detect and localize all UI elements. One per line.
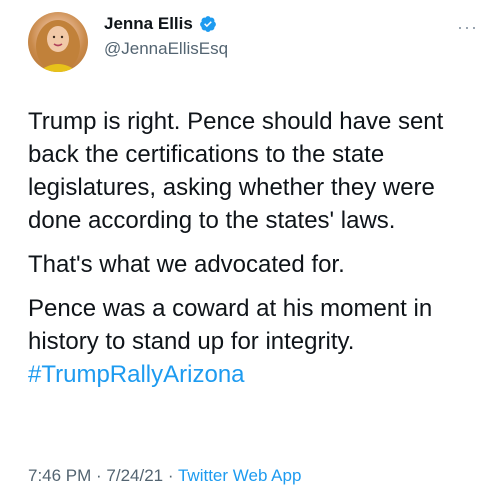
tweet-card: Jenna Ellis @JennaEllisEsq ··· Trump is … bbox=[0, 0, 500, 500]
tweet-paragraph: Pence was a coward at his moment in hist… bbox=[28, 295, 433, 355]
avatar-image bbox=[36, 20, 80, 72]
more-horizontal-icon[interactable]: ··· bbox=[457, 18, 478, 36]
tweet-meta: 7:46 PM · 7/24/21 · Twitter Web App bbox=[28, 466, 301, 486]
tweet-date[interactable]: 7/24/21 bbox=[106, 466, 163, 485]
meta-separator: · bbox=[91, 466, 107, 485]
hashtag-link[interactable]: #TrumpRallyArizona bbox=[28, 358, 488, 391]
avatar[interactable] bbox=[28, 12, 88, 72]
display-name[interactable]: Jenna Ellis bbox=[104, 14, 193, 34]
author-name-row: Jenna Ellis bbox=[104, 14, 217, 34]
verified-badge-icon bbox=[199, 15, 217, 33]
tweet-paragraph: Trump is right. Pence should have sent b… bbox=[28, 108, 444, 234]
meta-separator: · bbox=[163, 466, 178, 485]
tweet-text: Trump is right. Pence should have sent b… bbox=[28, 105, 488, 402]
tweet-time[interactable]: 7:46 PM bbox=[28, 466, 91, 485]
user-handle[interactable]: @JennaEllisEsq bbox=[104, 39, 228, 59]
tweet-source-link[interactable]: Twitter Web App bbox=[178, 466, 301, 485]
tweet-paragraph: That's what we advocated for. bbox=[28, 251, 345, 278]
